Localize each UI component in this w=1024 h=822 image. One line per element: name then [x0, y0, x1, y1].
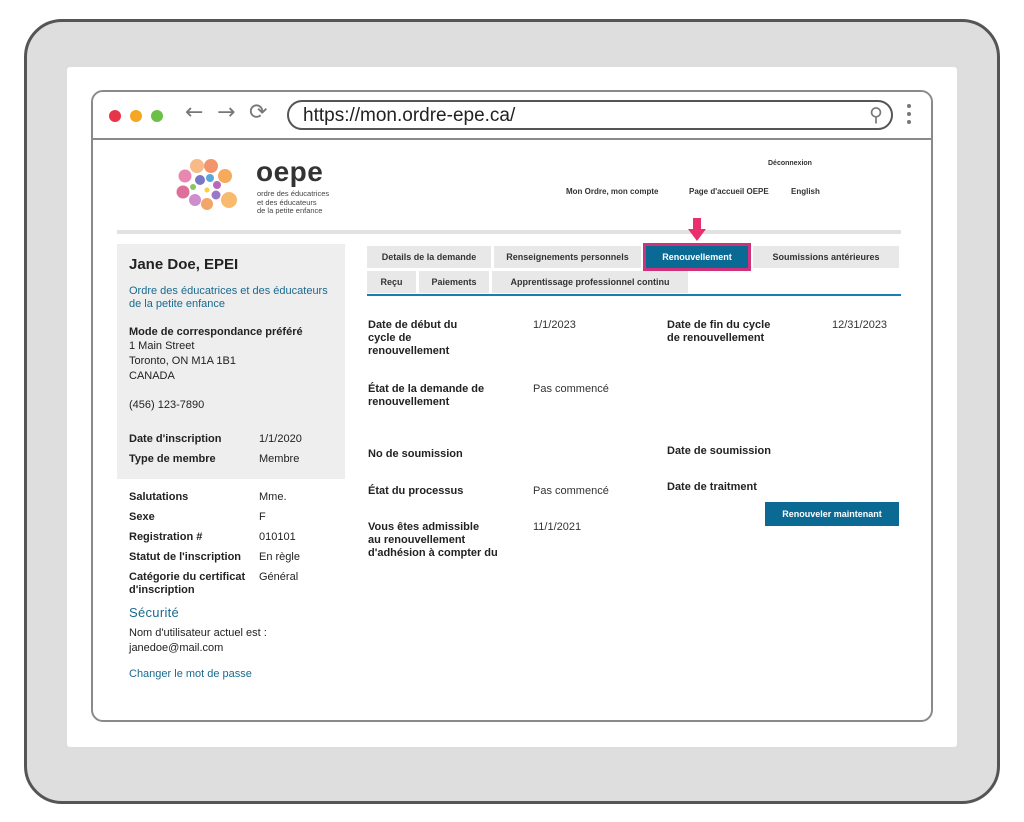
more-menu-icon[interactable] — [905, 104, 913, 128]
search-icon[interactable]: ⚲ — [869, 104, 883, 126]
url-text: https://mon.ordre-epe.ca/ — [303, 105, 516, 126]
address-bar[interactable]: https://mon.ordre-epe.ca/ ⚲ — [287, 100, 893, 130]
minimize-window-dot[interactable] — [130, 110, 142, 122]
member-name: Jane Doe, EPEI — [129, 256, 239, 273]
address-heading: Mode de correspondance préféré — [129, 326, 303, 338]
detail-row: Statut de l'inscription En règle — [129, 551, 300, 563]
organization-name: Ordre des éducatrices et des éducateurs … — [129, 285, 328, 310]
process-state-value: Pas commencé — [533, 485, 609, 497]
tab-personal-info[interactable]: Renseignements personnels — [494, 246, 641, 268]
process-state-label: État du processus — [368, 485, 464, 497]
eligibility-date-value: 11/1/2021 — [533, 521, 582, 533]
profile-details: Salutations Mme. Sexe F Registration #0101… — [117, 479, 345, 680]
down-arrow-indicator-icon — [688, 218, 706, 241]
tab-payments[interactable]: Paiements — [419, 271, 489, 293]
browser-window: ← → ⟳ https://mon.ordre-epe.ca/ ⚲ oepe o… — [91, 90, 933, 722]
forward-arrow-icon[interactable]: → — [217, 100, 235, 125]
logo-wordmark: oepe — [256, 156, 324, 187]
security-heading: Sécurité — [129, 605, 180, 620]
back-arrow-icon[interactable]: ← — [185, 100, 203, 125]
eligibility-label: Vous êtes admissible au renouvellement d'a… — [368, 521, 498, 559]
reload-icon[interactable]: ⟳ — [249, 100, 267, 125]
submission-number-label: No de soumission — [368, 448, 463, 460]
tab-request-details[interactable]: Details de la demande — [367, 246, 491, 268]
renew-now-button[interactable]: Renouveler maintenant — [765, 502, 899, 526]
detail-row: Registration #010101 — [129, 531, 296, 543]
address-line-2: Toronto, ON M1A 1B1 — [129, 355, 236, 367]
browser-toolbar: ← → ⟳ https://mon.ordre-epe.ca/ ⚲ — [93, 92, 931, 140]
phone-number: (456) 123-7890 — [129, 399, 205, 411]
cycle-end-value: 12/31/2023 — [832, 319, 888, 331]
tab-past-submissions[interactable]: Soumissions antérieures — [753, 246, 899, 268]
logout-link[interactable]: Déconnexion — [768, 160, 812, 167]
tab-underline — [367, 294, 901, 296]
tab-continuous-learning[interactable]: Apprentissage professionnel continu — [492, 271, 688, 293]
nav-english[interactable]: English — [791, 187, 820, 196]
close-window-dot[interactable] — [109, 110, 121, 122]
nav-my-account[interactable]: Mon Ordre, mon compte — [566, 187, 658, 196]
detail-row: Sexe F — [129, 511, 266, 523]
header-divider — [117, 230, 901, 234]
tab-receipt[interactable]: Reçu — [367, 271, 416, 293]
certificate-row: Catégorie du certificat d'inscription Gén… — [129, 571, 299, 596]
username-value: janedoe@mail.com — [129, 642, 224, 654]
address-line-3: CANADA — [129, 370, 175, 382]
nav-home[interactable]: Page d'accueil OEPE — [689, 187, 769, 196]
detail-row: Salutations Mme. — [129, 491, 287, 503]
maximize-window-dot[interactable] — [151, 110, 163, 122]
logo-subtitle: ordre des éducatrices et des éducateurs … — [257, 189, 330, 215]
profile-sidebar: Jane Doe, EPEI Ordre des éducatrices et … — [117, 244, 345, 680]
cycle-start-value: 1/1/2023 — [533, 319, 576, 331]
member-type-row: Type de membre Membre — [129, 453, 300, 465]
submission-date-label: Date de soumission — [667, 445, 771, 457]
oepe-logo-icon — [176, 159, 237, 210]
address-line-1: 1 Main Street — [129, 340, 195, 352]
processing-date-label: Date de traitment — [667, 481, 757, 493]
tab-renewal[interactable]: Renouvellement — [643, 243, 751, 271]
cycle-end-label: Date de fin du cycle de renouvellement — [667, 319, 771, 344]
username-label: Nom d'utilisateur actuel est : — [129, 627, 267, 639]
request-state-label: État de la demande de renouvellement — [368, 383, 485, 408]
change-password-link[interactable]: Changer le mot de passe — [129, 668, 333, 680]
profile-summary: Jane Doe, EPEI Ordre des éducatrices et … — [117, 244, 345, 479]
registration-date-row: Date d'inscription 1/1/2020 — [129, 433, 302, 445]
cycle-start-label: Date de début du cycle de renouvellement — [368, 319, 458, 357]
request-state-value: Pas commencé — [533, 383, 609, 395]
